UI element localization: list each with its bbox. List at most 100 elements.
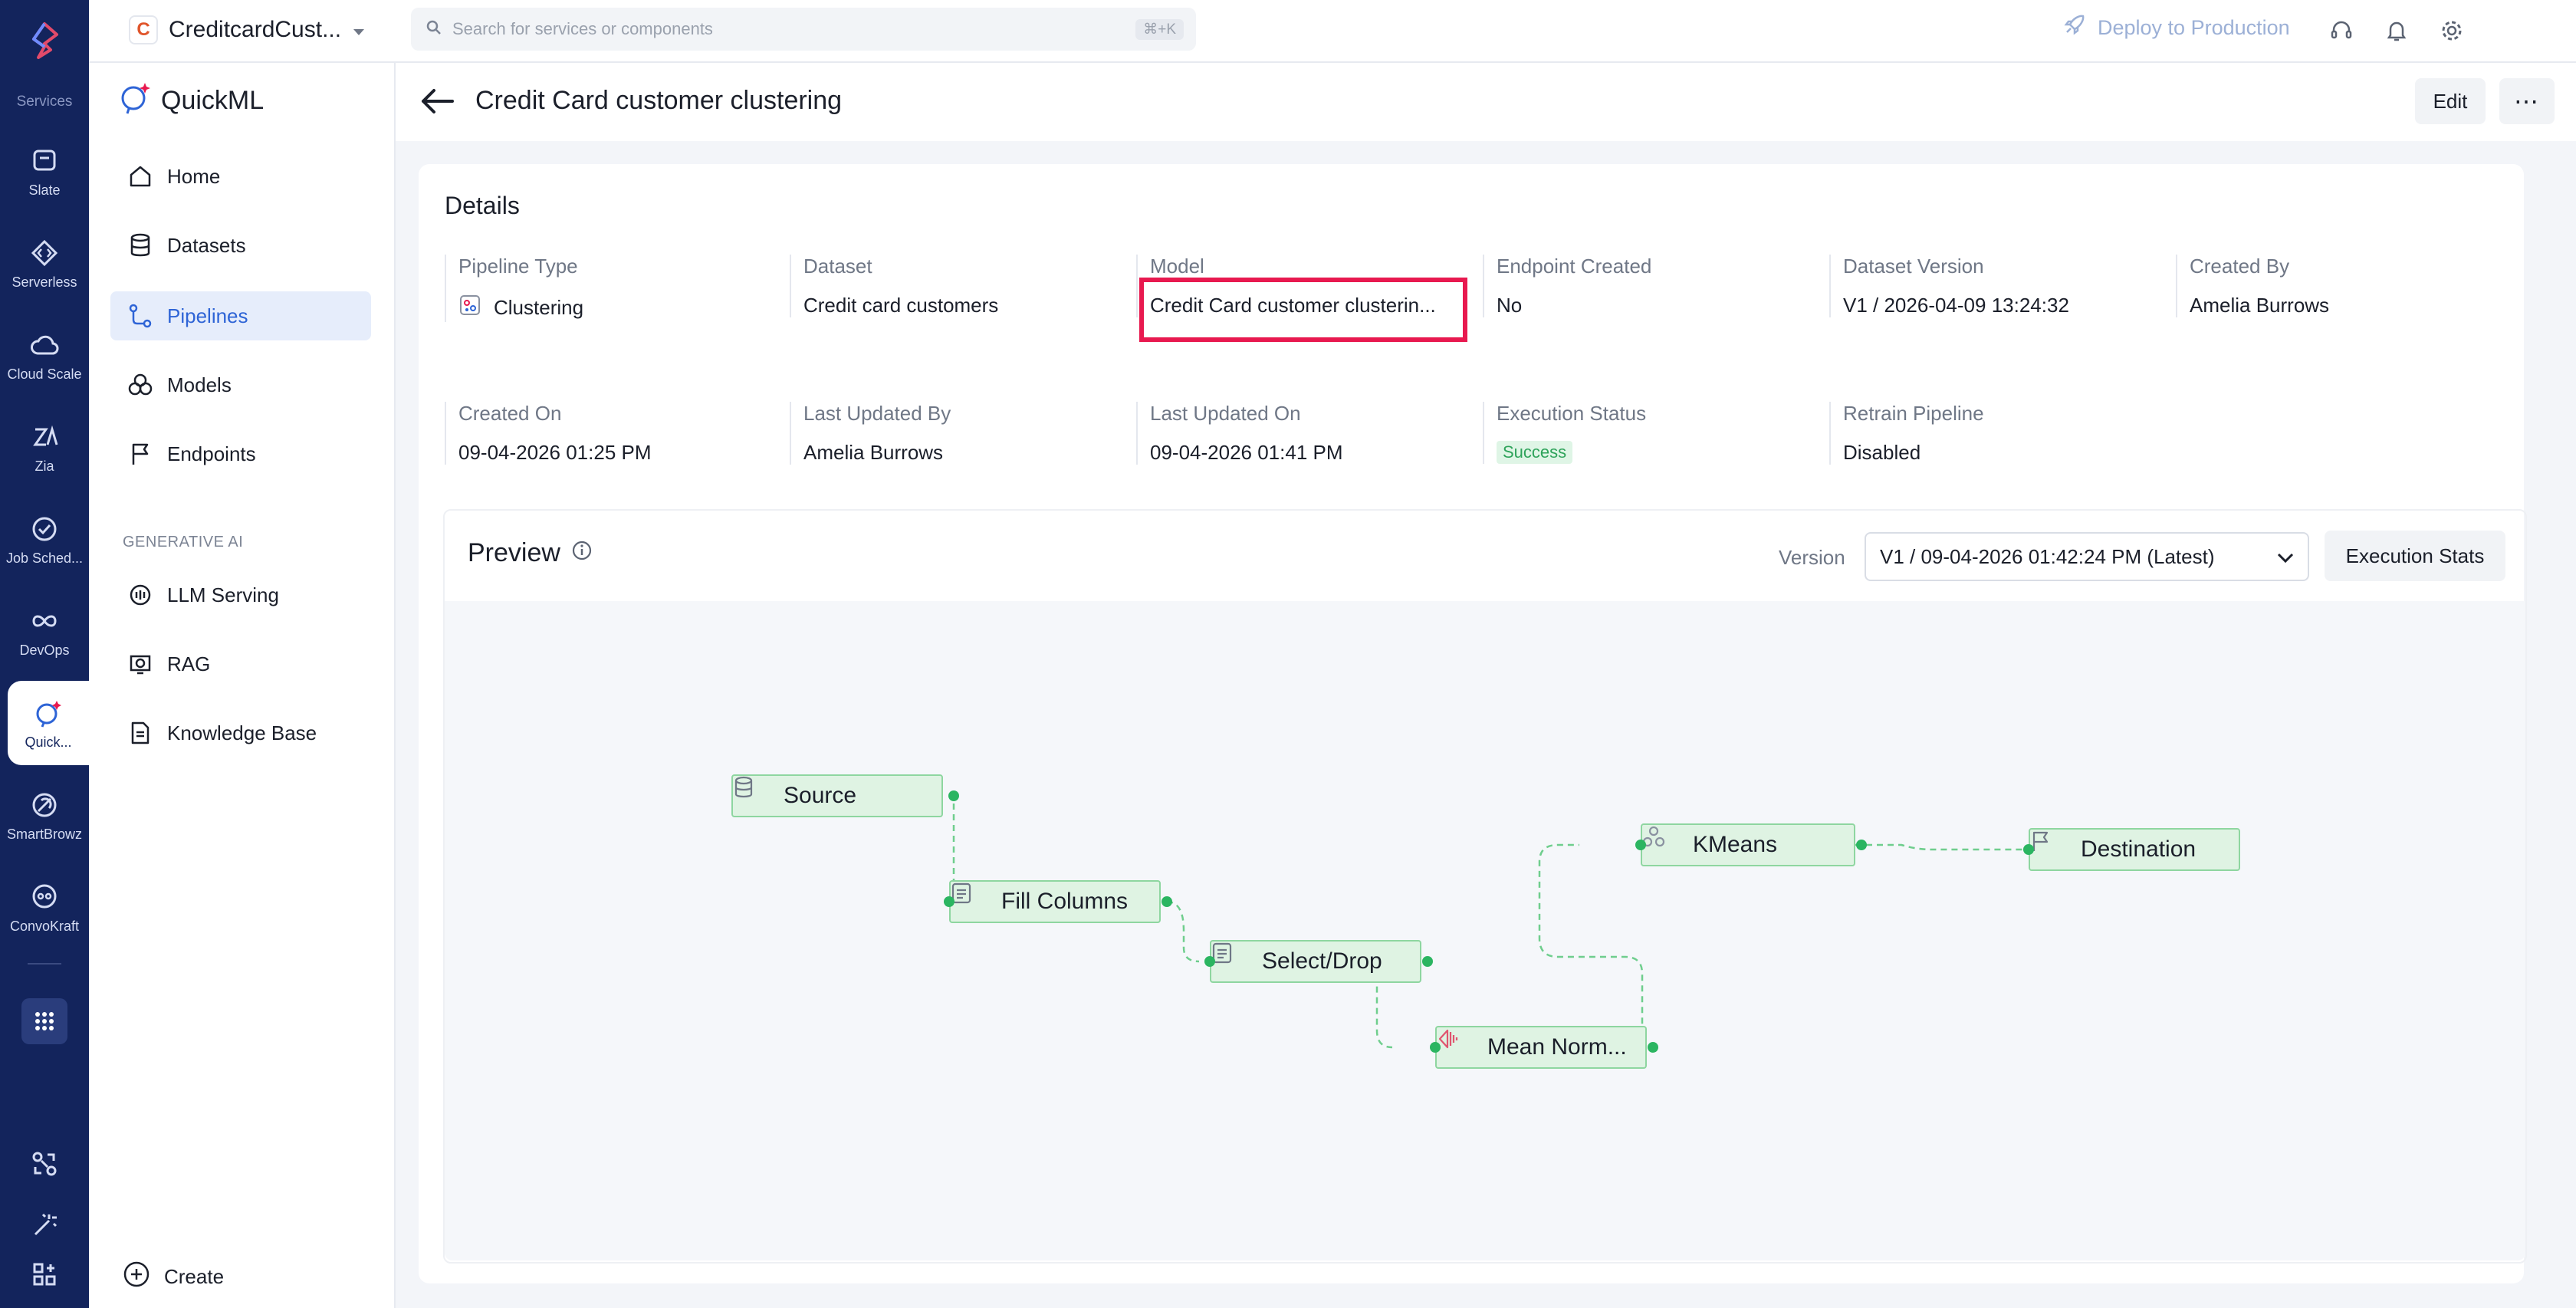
nav-item-knowledge-base[interactable]: Knowledge Base <box>110 708 371 758</box>
pipeline-details-card: Details Pipeline Type Clustering Dataset… <box>419 164 2527 1283</box>
rail-item-label: DevOps <box>19 642 70 658</box>
field-last-updated-by: Last Updated By Amelia Burrows <box>790 402 1119 465</box>
field-label: Model <box>1150 255 1204 278</box>
details-title: Details <box>445 192 520 219</box>
knowledge-base-icon <box>127 720 153 746</box>
rail-item-cloud-scale[interactable]: Cloud Scale <box>0 313 89 397</box>
preview-title: Preview <box>468 538 560 567</box>
connector-port[interactable] <box>1162 896 1172 907</box>
node-label: Select/Drop <box>1262 948 1382 974</box>
pipeline-node-fill-columns[interactable]: Fill Columns <box>949 880 1161 923</box>
rail-item-serverless[interactable]: Serverless <box>0 221 89 305</box>
deploy-label: Deploy to Production <box>2098 16 2290 39</box>
nav-item-models[interactable]: Models <box>110 360 371 409</box>
magic-wand-icon <box>31 1211 58 1243</box>
field-last-updated-on: Last Updated On 09-04-2026 01:41 PM <box>1136 402 1466 465</box>
rail-item-quickml[interactable]: Quick... <box>8 681 89 765</box>
project-name: CreditcardCust... <box>169 17 342 42</box>
connector-port[interactable] <box>1430 1042 1441 1053</box>
rail-item-job-scheduling[interactable]: Job Sched... <box>0 497 89 581</box>
nav-label: Home <box>167 164 221 188</box>
nav-label: Datasets <box>167 233 246 257</box>
database-icon <box>734 776 771 808</box>
pipeline-preview: Preview Version V1 / 09-04-2026 01:42:24… <box>443 509 2527 1264</box>
connector-port[interactable] <box>1204 956 1215 967</box>
field-execution-status: Execution Status Success <box>1483 402 1812 464</box>
nav-item-endpoints[interactable]: Endpoints <box>110 429 371 478</box>
chevron-down-icon <box>2277 545 2294 569</box>
field-label: Created On <box>458 402 562 425</box>
pipeline-connectors <box>952 804 2024 1049</box>
connector-port[interactable] <box>948 790 959 801</box>
pipeline-node-select-drop[interactable]: Select/Drop <box>1210 940 1421 983</box>
connector-port[interactable] <box>1635 840 1646 850</box>
project-switcher[interactable]: C CreditcardCust... <box>129 14 366 46</box>
settings-gear-icon[interactable] <box>2438 17 2466 44</box>
page-title: Credit Card customer clustering <box>475 86 843 115</box>
connector-port[interactable] <box>944 896 955 907</box>
search-input[interactable] <box>451 18 1136 40</box>
field-label: Created By <box>2190 255 2290 278</box>
info-icon[interactable] <box>571 538 593 568</box>
catalyst-logo-icon[interactable] <box>0 14 89 67</box>
flag-icon <box>127 441 153 467</box>
devops-icon <box>28 604 61 638</box>
connector-port[interactable] <box>1856 840 1867 850</box>
page-header: Credit Card customer clustering Edit ⋯ <box>396 63 2576 141</box>
integrations-icon <box>31 1150 58 1181</box>
add-widget-button[interactable] <box>0 1262 89 1290</box>
field-label: Retrain Pipeline <box>1843 402 1984 425</box>
global-search[interactable]: ⌘+K <box>411 8 1196 51</box>
field-label: Execution Status <box>1497 402 1647 425</box>
deploy-to-production-button[interactable]: Deploy to Production <box>2062 14 2290 42</box>
field-retrain-pipeline: Retrain Pipeline Disabled <box>1829 402 2159 465</box>
node-label: Fill Columns <box>1001 889 1129 914</box>
pipeline-node-kmeans[interactable]: KMeans <box>1641 823 1855 866</box>
rail-item-zia[interactable]: Zia <box>0 405 89 489</box>
all-services-button[interactable] <box>0 998 89 1044</box>
cluster-icon <box>1642 826 1681 857</box>
field-value: Clustering <box>494 296 584 319</box>
pipeline-canvas[interactable]: Source Fill Columns Select/Drop Mean Nor… <box>445 601 2525 1260</box>
connector-port[interactable] <box>1422 956 1433 967</box>
field-label: Pipeline Type <box>458 255 578 278</box>
rag-icon <box>127 651 153 677</box>
home-icon <box>127 163 153 189</box>
top-bar: C CreditcardCust... ⌘+K Deploy to Produc… <box>89 0 2576 63</box>
node-label: Destination <box>2081 836 2196 862</box>
nav-item-pipelines[interactable]: Pipelines <box>110 291 371 340</box>
create-label: Create <box>164 1265 225 1288</box>
nav-item-home[interactable]: Home <box>110 152 371 201</box>
notification-bell-icon[interactable] <box>2383 17 2410 44</box>
create-button[interactable]: Create <box>123 1260 224 1293</box>
nav-label: Pipelines <box>167 304 248 327</box>
rail-item-smartbrowz[interactable]: SmartBrowz <box>0 773 89 857</box>
back-arrow-icon[interactable] <box>419 86 457 117</box>
version-select[interactable]: V1 / 09-04-2026 01:42:24 PM (Latest) <box>1865 532 2309 581</box>
smartbrowz-icon <box>28 788 61 822</box>
connector-port[interactable] <box>1648 1042 1658 1053</box>
field-value: Disabled <box>1843 441 1921 464</box>
nav-item-datasets[interactable]: Datasets <box>110 221 371 270</box>
services-rail: Services Slate Serverless Cloud Scale Zi… <box>0 0 89 1308</box>
execution-stats-button[interactable]: Execution Stats <box>2325 531 2505 581</box>
pipeline-node-mean-normalization[interactable]: Mean Norm... <box>1435 1026 1647 1069</box>
status-badge: Success <box>1497 441 1573 464</box>
rail-item-devops[interactable]: DevOps <box>0 589 89 673</box>
tools-button[interactable] <box>0 1211 89 1243</box>
rail-item-label: Job Sched... <box>5 550 84 566</box>
nav-label: Knowledge Base <box>167 721 317 744</box>
rail-item-convokraft[interactable]: ConvoKraft <box>0 865 89 949</box>
rail-item-slate[interactable]: Slate <box>0 129 89 213</box>
more-options-button[interactable]: ⋯ <box>2499 78 2555 124</box>
nav-item-rag[interactable]: RAG <box>110 639 371 689</box>
pipeline-node-destination[interactable]: Destination <box>2029 828 2240 871</box>
field-label: Last Updated On <box>1150 402 1301 425</box>
integrations-button[interactable] <box>0 1150 89 1181</box>
nav-item-llm-serving[interactable]: LLM Serving <box>110 570 371 619</box>
pipeline-node-source[interactable]: Source <box>731 774 943 817</box>
edit-button[interactable]: Edit <box>2415 78 2486 124</box>
dataset-link[interactable]: Credit card customers <box>803 294 1119 317</box>
support-headset-icon[interactable] <box>2328 17 2355 44</box>
connector-port[interactable] <box>2023 844 2034 855</box>
